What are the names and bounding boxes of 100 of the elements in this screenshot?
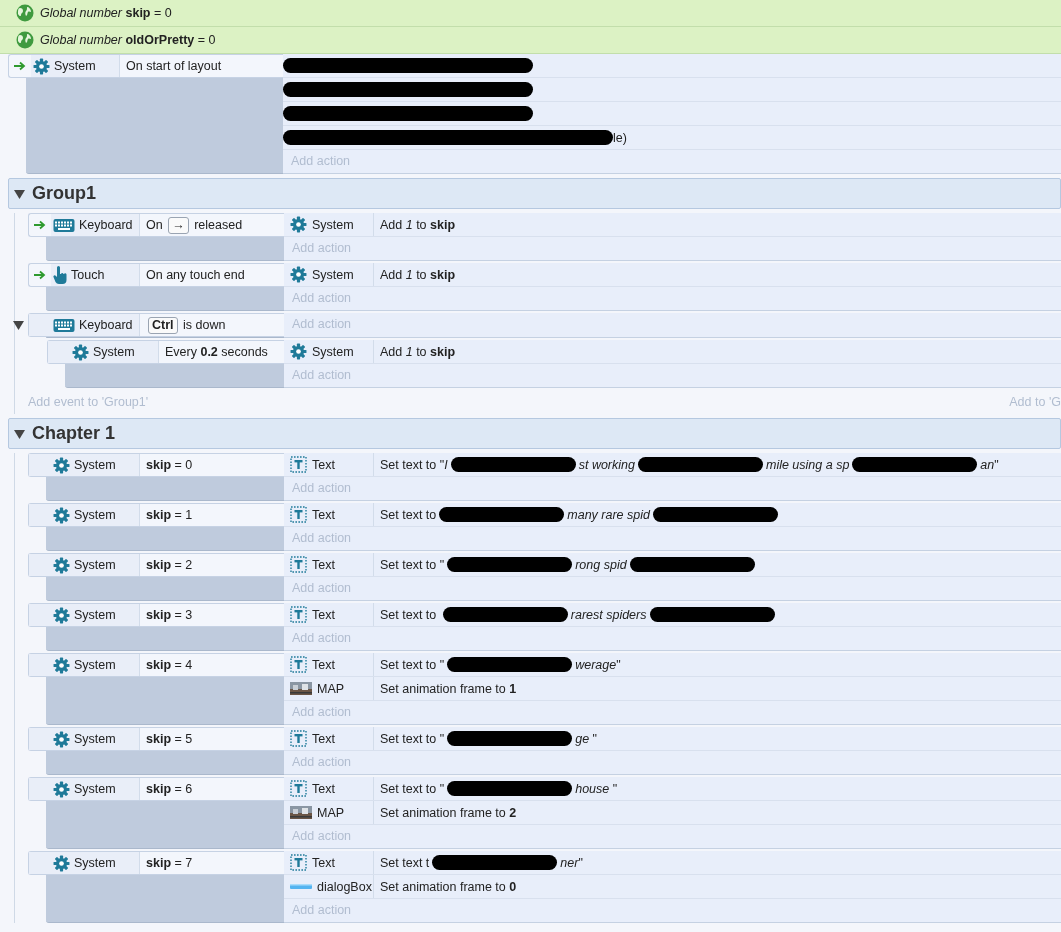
action-text: Set animation frame to 1 [379,681,518,696]
trigger-arrow-icon [34,270,46,280]
action-row[interactable]: Text Set text to "I st working mile using a sp an" [284,453,1061,477]
action-row[interactable]: Text Set text to " werage" [284,653,1061,677]
group-title: Chapter 1 [32,423,116,444]
action-text: Set text to "I st working mile using a sp an" [379,457,1000,472]
collapse-triangle-icon[interactable] [13,321,24,330]
collapse-triangle-icon[interactable] [14,190,25,199]
action-text: Set text to rarest spiders [374,607,1061,622]
gear-icon [290,216,307,233]
object-name: Keyboard [79,318,133,332]
object-name: Text [312,607,335,622]
object-name: System [74,458,116,472]
object-name: MAP [317,805,345,820]
condition-row[interactable]: System Every 0.2 seconds [47,340,284,364]
action-text: Add 1 to skip [379,217,457,232]
action-text: Set animation frame to 0 [379,879,518,894]
global-variable-row[interactable]: Global number skip = 0 [0,0,1061,27]
action-row[interactable]: MAP Set animation frame to 2 [284,801,1061,825]
action-row[interactable]: Text Set text to " rong spid [284,553,1061,577]
object-name: System [74,856,116,870]
condition-row[interactable]: System skip = 0 [28,453,284,477]
condition-text: Every 0.2 seconds [164,345,268,359]
action-text: Set text to " house " [379,781,619,796]
group-header[interactable]: Group1 [8,178,1061,209]
gear-icon [72,343,89,361]
action-row[interactable]: Text Set text to rarest spiders [284,603,1061,627]
trigger-arrow-icon [34,220,46,230]
object-name: MAP [317,681,345,696]
condition-row[interactable]: Keyboard On → released [28,213,284,237]
gear-icon [53,556,70,574]
condition-row[interactable]: System skip = 6 [28,777,284,801]
condition-row[interactable]: System skip = 4 [28,653,284,677]
group-title: Group1 [32,183,96,204]
text-object-icon [290,656,307,673]
condition-row[interactable]: System On start of layout [8,54,283,78]
object-name: Text [312,457,335,472]
gear-icon [53,854,70,872]
gear-icon [53,780,70,798]
group-header[interactable]: Chapter 1 [8,418,1061,449]
condition-row[interactable]: Touch On any touch end [28,263,284,287]
object-name: System [93,345,135,359]
action-row[interactable]: le) [283,126,1061,150]
action-row[interactable]: System Add 1 to skip [284,263,1061,287]
condition-row[interactable]: System skip = 3 [28,603,284,627]
condition-row[interactable]: System skip = 7 [28,851,284,875]
dialog-bar-icon [290,882,312,891]
object-name: Text [312,781,335,796]
condition-row[interactable]: System skip = 1 [28,503,284,527]
condition-row[interactable]: Keyboard Ctrl is down [28,313,284,337]
gear-icon [290,266,307,283]
action-text: Add 1 to skip [379,267,457,282]
action-text: Set text to " ge " [379,731,599,746]
object-name: Text [312,657,335,672]
object-name: System [74,558,116,572]
object-name: System [74,782,116,796]
globe-icon [16,4,34,22]
action-row[interactable]: System Add 1 to skip [284,340,1061,364]
text-object-icon [290,780,307,797]
object-name: Text [312,855,335,870]
object-name: Touch [71,268,105,282]
text-object-icon [290,506,307,523]
action-row[interactable]: Text Set text to many rare spid [284,503,1061,527]
condition-text: skip = 4 [145,658,193,672]
condition-row[interactable]: System skip = 5 [28,727,284,751]
object-name: Text [312,731,335,746]
condition-text: skip = 2 [145,558,193,572]
condition-text: skip = 7 [145,856,193,870]
global-variable-text: Global number skip = 0 [40,6,172,20]
condition-text: Ctrl is down [140,316,226,334]
gear-icon [53,656,70,674]
condition-row[interactable]: System skip = 2 [28,553,284,577]
text-object-icon [290,854,307,871]
action-text: le) [283,130,627,145]
action-text: Set text to many rare spid [374,507,1061,522]
object-name: System [74,658,116,672]
condition-text: On → released [145,216,243,234]
gear-icon [53,606,70,624]
condition-text: skip = 3 [145,608,193,622]
condition-text: skip = 5 [145,732,193,746]
action-row[interactable]: Text Set text to " house " [284,777,1061,801]
object-name: Text [312,507,335,522]
object-name: System [312,217,354,232]
action-text: Set text to " werage" [379,657,622,672]
text-object-icon [290,730,307,747]
gear-icon [53,456,70,474]
action-text: Set animation frame to 2 [379,805,518,820]
action-row[interactable]: dialogBox Set animation frame to 0 [284,875,1061,899]
action-row[interactable]: System Add 1 to skip [284,213,1061,237]
action-row[interactable]: Text Set text t ner" [284,851,1061,875]
object-name: System [74,608,116,622]
keyboard-icon [53,217,75,233]
action-row[interactable]: MAP Set animation frame to 1 [284,677,1061,701]
gear-icon [290,343,307,360]
global-variable-row[interactable]: Global number oldOrPretty = 0 [0,27,1061,54]
object-name: System [54,59,96,73]
collapse-triangle-icon[interactable] [14,430,25,439]
action-row[interactable]: Text Set text to " ge " [284,727,1061,751]
action-text: Set text t ner" [379,855,584,870]
globe-icon [16,31,34,49]
